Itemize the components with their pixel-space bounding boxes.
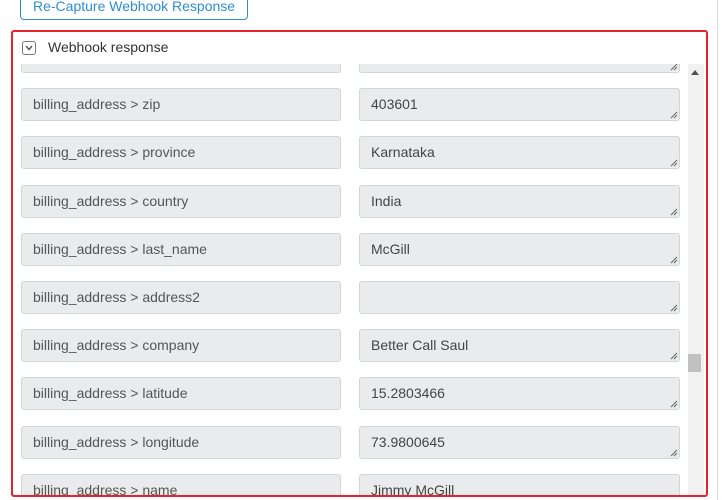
resize-grip-icon[interactable] <box>669 399 678 408</box>
field-value-input[interactable] <box>359 280 680 314</box>
field-row: billing_address > latitude 15.2803466 <box>13 377 688 425</box>
page-divider <box>717 0 718 500</box>
resize-grip-icon[interactable] <box>669 303 678 312</box>
field-value-text: Karnataka <box>371 144 435 161</box>
field-key: billing_address > zip <box>21 88 341 122</box>
field-value-text: McGill <box>371 240 410 257</box>
resize-grip-icon[interactable] <box>669 351 678 360</box>
field-value-text: India <box>371 192 402 209</box>
resize-grip-icon[interactable] <box>669 110 678 119</box>
field-value-input[interactable]: Better Call Saul <box>359 329 680 363</box>
field-value-text: Better Call Saul <box>371 337 469 354</box>
field-row: billing_address > country India <box>13 184 688 233</box>
field-row: billing_address > company Better Call Sau… <box>13 329 688 377</box>
field-value-text: Jimmy McGill <box>371 481 455 497</box>
resize-grip-icon[interactable] <box>669 255 678 264</box>
field-value-input[interactable]: McGill <box>359 232 680 266</box>
field-row: billing_address > last_name McGill <box>13 232 688 281</box>
field-value-input[interactable]: 15.2803466 <box>359 377 680 411</box>
response-fields-list[interactable]: billing_address > zip 403601 billing_addre… <box>13 64 688 497</box>
scroll-up-arrow-icon[interactable] <box>691 70 699 75</box>
field-row <box>13 64 688 88</box>
chevron-down-icon[interactable] <box>22 41 36 55</box>
field-value-text: 15.2803466 <box>371 385 445 402</box>
field-row: billing_address > address2 <box>13 280 688 329</box>
field-value-input[interactable]: Karnataka <box>359 136 680 170</box>
field-value-text: 403601 <box>371 96 418 113</box>
resize-grip-icon[interactable] <box>669 64 678 71</box>
field-key: billing_address > country <box>21 184 341 218</box>
field-row: billing_address > zip 403601 <box>13 88 688 136</box>
webhook-response-panel: Webhook response billing_address > zip 40… <box>11 30 708 497</box>
field-key: billing_address > address2 <box>21 280 341 314</box>
field-key: billing_address > last_name <box>21 232 341 266</box>
field-key: billing_address > company <box>21 329 341 363</box>
field-key <box>21 64 341 73</box>
field-value-input[interactable]: India <box>359 184 680 218</box>
field-row: billing_address > name Jimmy McGill <box>13 473 688 497</box>
panel-header: Webhook response <box>13 32 706 64</box>
field-key: billing_address > name <box>21 473 341 495</box>
field-row: billing_address > province Karnataka <box>13 136 688 184</box>
resize-grip-icon[interactable] <box>669 496 678 497</box>
field-value-input[interactable]: Jimmy McGill <box>359 473 680 497</box>
resize-grip-icon[interactable] <box>669 448 678 457</box>
resize-grip-icon[interactable] <box>669 158 678 167</box>
panel-title: Webhook response <box>48 39 169 55</box>
scrollbar-thumb[interactable] <box>688 354 701 372</box>
vertical-scrollbar[interactable] <box>688 64 704 495</box>
field-value-input[interactable]: 403601 <box>359 88 680 122</box>
field-value-input[interactable] <box>359 64 680 73</box>
field-value-input[interactable]: 73.9800645 <box>359 425 680 459</box>
field-value-text: 73.9800645 <box>371 433 445 450</box>
resize-grip-icon[interactable] <box>669 207 678 216</box>
field-key: billing_address > province <box>21 136 341 170</box>
re-capture-webhook-response-button[interactable]: Re-Capture Webhook Response <box>20 0 249 20</box>
field-key: billing_address > longitude <box>21 425 341 459</box>
field-key: billing_address > latitude <box>21 377 341 411</box>
field-row: billing_address > longitude 73.9800645 <box>13 425 688 474</box>
